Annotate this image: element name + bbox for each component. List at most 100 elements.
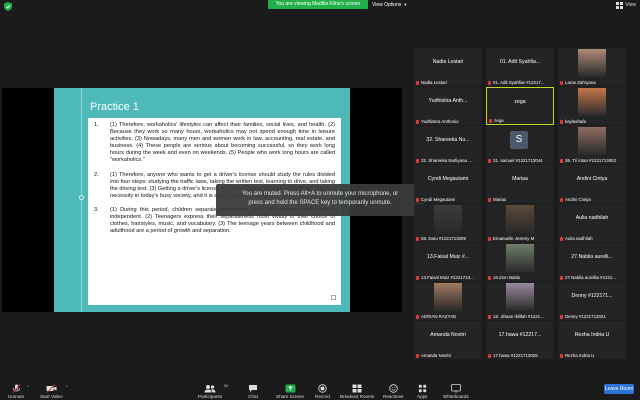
record-button[interactable]: Record	[315, 384, 330, 399]
microphone-muted-icon	[560, 236, 563, 241]
view-button[interactable]: View	[616, 1, 636, 10]
participant-name-label: Amanda Novitri	[416, 353, 451, 358]
participant-tile[interactable]: S 31. samuel #1221713044	[486, 126, 554, 164]
whiteboards-button[interactable]: Whiteboards	[443, 384, 469, 399]
leave-room-button[interactable]: Leave Room	[604, 384, 634, 394]
participants-count: 34	[223, 383, 229, 388]
chevron-up-icon[interactable]: ^	[66, 384, 68, 389]
chat-button[interactable]: Chat	[248, 384, 258, 399]
participant-name-label: Rezha Indria U	[560, 353, 594, 358]
chat-label: Chat	[248, 394, 258, 399]
participant-name-center: Nadia Lestari	[432, 59, 464, 65]
participant-name-label: 32. Shareeka Nurliyana ...	[416, 158, 472, 163]
microphone-muted-icon	[488, 314, 491, 319]
microphone-muted-icon	[416, 314, 419, 319]
slide-bullet-dot	[79, 195, 84, 200]
participant-name-text: Mariaa	[493, 197, 507, 202]
avatar: S	[510, 131, 528, 149]
participant-tile[interactable]: Aulia nadhilah Aulia nadhilah	[558, 204, 626, 242]
microphone-muted-icon	[416, 236, 419, 241]
participant-tile[interactable]: 36. Tri intan #1221713062	[558, 126, 626, 164]
smiley-icon	[389, 384, 398, 393]
participant-name-text: 17.hawa #1221713025	[493, 353, 538, 358]
shield-icon[interactable]	[4, 2, 12, 11]
unmute-button[interactable]: Unmute ^	[8, 384, 29, 399]
microphone-muted-icon	[560, 80, 563, 85]
participant-name-text: Emanuelle Jeremy M	[493, 236, 535, 241]
participant-tile[interactable]: 18. Jihaan Iklillah #1221...	[486, 282, 554, 320]
participant-gallery: Nadia Lestari Nadia Lestari 01. Adit Syahf…	[414, 48, 630, 360]
microphone-muted-icon	[488, 80, 491, 85]
microphone-muted-icon	[488, 158, 491, 163]
chevron-up-icon[interactable]: ^	[27, 384, 29, 389]
microphone-muted-icon	[489, 118, 492, 123]
paragraph-number: 3.	[94, 206, 99, 213]
paragraph-text: (1) Therefore, workaholics' lifestyles c…	[110, 122, 335, 164]
microphone-muted-icon	[488, 353, 491, 358]
participant-tile[interactable]: Cyndi Megautami Cyndi Megautami	[414, 165, 482, 203]
participant-name-center: Mariaa	[512, 176, 528, 182]
participant-name-center: 32. Shareeka Nu...	[426, 137, 470, 143]
participant-tile[interactable]: kaylashafa	[558, 87, 626, 125]
muted-notification: You are muted. Press Alt+A to unmute you…	[216, 184, 424, 216]
microphone-muted-icon	[12, 384, 20, 393]
microphone-muted-icon	[488, 197, 491, 202]
participant-tile[interactable]: 13.Faisal Muiz #... 13.Faisal Muiz #12217…	[414, 243, 482, 281]
participant-tile[interactable]: 27.Nabila aurelli... 27.Nabila aurellia #…	[558, 243, 626, 281]
unmute-label: Unmute	[8, 394, 25, 399]
participant-video	[434, 205, 462, 233]
breakout-rooms-button[interactable]: Breakout Rooms	[340, 384, 374, 399]
start-video-button[interactable]: Start Video ^	[40, 384, 68, 399]
participant-name-label: 18. Jihaan Iklillah #1221...	[488, 314, 544, 319]
apps-button[interactable]: Apps	[417, 384, 427, 399]
participant-tile[interactable]: Denny #122171... Denny #1221713021	[558, 282, 626, 320]
participant-video	[578, 127, 606, 155]
participant-tile[interactable]: 08. Daru #1221713009	[414, 204, 482, 242]
participant-video	[506, 244, 534, 272]
participant-tile[interactable]: ADRIAN RAZYAD	[414, 282, 482, 320]
participant-tile[interactable]: Rezha Indria U Rezha Indria U	[558, 321, 626, 359]
participant-tile[interactable]: Emanuelle Jeremy M	[486, 204, 554, 242]
apps-label: Apps	[417, 394, 428, 399]
participant-tile[interactable]: Nadia Lestari Nadia Lestari	[414, 48, 482, 86]
participant-name-label: Andini Cintya	[560, 197, 591, 202]
muted-line-1: You are muted. Press Alt+A to unmute you…	[241, 191, 399, 197]
view-button-label: View	[625, 2, 636, 8]
participant-tile[interactable]: Mariaa Mariaa	[486, 165, 554, 203]
zoom-window: You are viewing Madilla Fitria's screen …	[0, 0, 640, 400]
participant-name-label: Denny #1221713021	[560, 314, 606, 319]
participant-video	[578, 49, 606, 77]
reactions-label: Reactions	[383, 394, 404, 399]
participant-tile[interactable]: Laras Zahryana	[558, 48, 626, 86]
reactions-button[interactable]: Reactions	[383, 384, 403, 399]
microphone-muted-icon	[560, 119, 563, 124]
breakout-rooms-icon	[352, 384, 362, 393]
participant-tile[interactable]: 32. Shareeka Nu... 32. Shareeka Nurliyana…	[414, 126, 482, 164]
microphone-muted-icon	[560, 353, 563, 358]
participant-tile[interactable]: 01. Adit Syahfia... 01. Adit Syahfiar #12…	[486, 48, 554, 86]
participant-tile[interactable]: 17.hawa #12217... 17.hawa #1221713025	[486, 321, 554, 359]
participant-name-text: 01. Adit Syahfiar #12217...	[493, 80, 545, 85]
participant-tile[interactable]: Andini Cintya Andini Cintya	[558, 165, 626, 203]
participant-name-center: Aulia nadhilah	[575, 215, 609, 221]
participant-name-center: Cyndi Megautami	[427, 176, 469, 182]
participant-name-text: Aulia nadhilah	[565, 236, 593, 241]
participant-tile[interactable]: 10.Zion Naldo	[486, 243, 554, 281]
participant-name-text: Rezha Indria U	[565, 353, 595, 358]
microphone-muted-icon	[488, 275, 491, 280]
paragraph: 1. (1) Therefore, workaholics' lifestyle…	[94, 122, 335, 165]
view-options-menu[interactable]: View Options ▼	[372, 0, 407, 9]
participant-video	[434, 283, 462, 311]
meeting-toolbar: Unmute ^ Start Video ^ Participants 34 C…	[0, 378, 640, 400]
participant-tile[interactable]: Amanda Novitri Amanda Novitri	[414, 321, 482, 359]
participant-name-label: Laras Zahryana	[560, 80, 596, 85]
participants-button[interactable]: Participants 34	[198, 383, 228, 399]
participant-name-label: 13.Faisal Muiz #1221713...	[416, 275, 474, 280]
participant-tile[interactable]: zega zega	[486, 87, 554, 125]
participant-name-text: Yudhistira Anthonio	[421, 119, 459, 124]
participant-tile[interactable]: Yudhistira Anth... Yudhistira Anthonio	[414, 87, 482, 125]
whiteboard-icon	[450, 384, 461, 393]
share-screen-button[interactable]: Share Screen	[276, 384, 304, 399]
participant-name-center: Denny #122171...	[571, 293, 613, 299]
participant-name-label: 17.hawa #1221713025	[488, 353, 538, 358]
